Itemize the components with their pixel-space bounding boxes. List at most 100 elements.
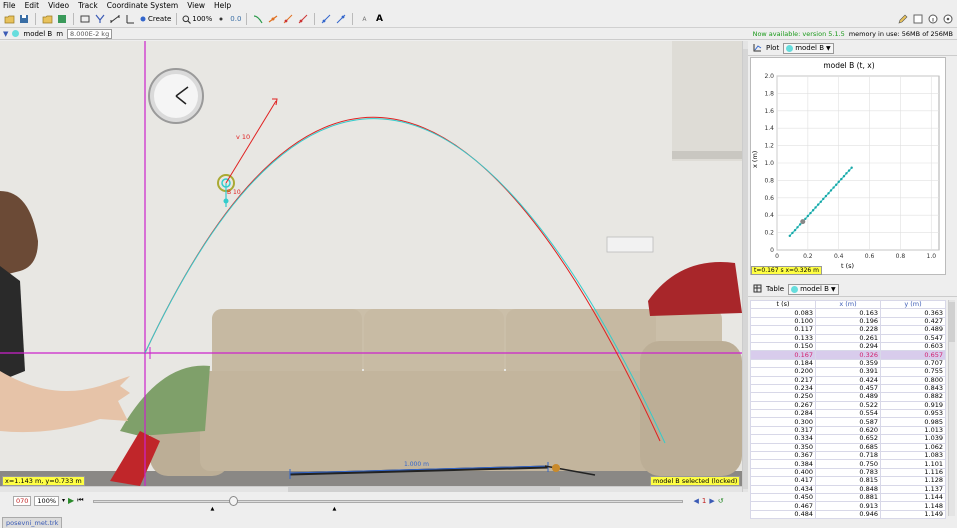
column-header-t[interactable]: t (s) [750,299,816,310]
column-header-x[interactable]: x (m) [815,299,881,310]
cell-x[interactable]: 0.228 [815,325,881,335]
plot-track-select[interactable]: model B ▼ [783,42,834,54]
table-row[interactable]: 0.334 0.652 1.039 [750,434,946,444]
playback-slider-thumb[interactable] [228,495,238,506]
cell-y[interactable]: 0.953 [880,409,946,419]
table-row[interactable]: 0.384 0.750 1.101 [750,459,946,469]
cell-t[interactable]: 0.334 [750,434,816,444]
open-folder-icon[interactable] [3,13,15,25]
cell-t[interactable]: 0.450 [750,492,816,503]
accel-icon[interactable] [320,13,332,25]
plot-tab-label[interactable]: Plot [766,44,779,52]
cell-y[interactable]: 1.148 [880,501,946,511]
plot-canvas[interactable]: 0 0.2 0.4 0.6 0.8 1.0 1.2 1.4 1.6 1.8 2.0 0 0.2 0.4 0.… [751,58,947,276]
table-row[interactable]: 0.284 0.554 0.953 [750,409,946,419]
export-icon[interactable] [56,13,68,25]
playback-slider[interactable]: ▲ ▲ [92,495,683,512]
table-row[interactable]: 0.100 0.196 0.427 [750,316,946,327]
cell-t[interactable]: 0.484 [750,509,816,520]
data-table[interactable]: t (s) x (m) y (m) 0.083 0.163 0.363 0.100 0.… [750,299,946,520]
table-row[interactable]: 0.434 0.848 1.137 [750,484,946,495]
cell-t[interactable]: 0.284 [750,409,816,419]
cell-y[interactable]: 0.755 [880,367,946,377]
cell-x[interactable]: 0.913 [815,501,881,511]
cell-t[interactable]: 0.467 [750,501,816,511]
step-size-field[interactable]: 1 [702,497,706,505]
menu-help[interactable]: Help [214,1,231,10]
table-row[interactable]: 0.484 0.946 1.149 [750,509,946,520]
table-row[interactable]: 0.167 0.326 0.657 [750,350,946,360]
menu-coordinate-system[interactable]: Coordinate System [107,1,178,10]
cell-x[interactable]: 0.489 [815,392,881,402]
table-row[interactable]: 0.150 0.294 0.603 [750,341,946,352]
info-icon[interactable] [927,13,939,25]
loop-icon[interactable]: ↺ [718,497,724,505]
menu-view[interactable]: View [187,1,205,10]
table-vscroll[interactable] [948,300,955,516]
zoom-field[interactable]: 100% [34,495,60,506]
autotracker-icon[interactable] [215,13,227,25]
table-tab-label[interactable]: Table [766,285,784,293]
calibration-icon[interactable] [109,13,121,25]
cell-y[interactable]: 0.489 [880,325,946,335]
video-frame[interactable] [0,41,742,486]
table-row[interactable]: 0.234 0.457 0.843 [750,383,946,394]
cell-y[interactable]: 1.083 [880,451,946,461]
frame-field[interactable]: 070 [13,495,32,506]
zoom-menu-icon[interactable]: ▾ [62,497,65,504]
table-row[interactable]: 0.200 0.391 0.755 [750,367,946,377]
table-row[interactable]: 0.417 0.815 1.128 [750,476,946,486]
table-track-select[interactable]: model B ▼ [788,283,839,295]
cell-t[interactable]: 0.167 [750,350,816,360]
table-row[interactable]: 0.217 0.424 0.800 [750,375,946,385]
position-icon[interactable] [282,13,294,25]
cell-t[interactable]: 0.250 [750,392,816,402]
font-larger-icon[interactable]: A [373,13,385,25]
trail-icon[interactable] [252,13,264,25]
marker-icon[interactable] [267,13,279,25]
mass-field[interactable]: 8.000E-2 kg [67,28,113,39]
table-vscroll-thumb[interactable] [949,302,955,342]
table-row[interactable]: 0.117 0.228 0.489 [750,325,946,335]
play-icon[interactable]: ▶ [68,496,74,505]
save-icon[interactable] [18,13,30,25]
cell-y[interactable]: 0.603 [880,341,946,352]
table-row[interactable]: 0.267 0.522 0.919 [750,400,946,411]
cell-y[interactable]: 1.039 [880,434,946,444]
cell-t[interactable]: 0.200 [750,367,816,377]
ruler-icon[interactable] [124,13,136,25]
cell-x[interactable]: 0.946 [815,509,881,520]
help-icon[interactable] [942,13,954,25]
table-row[interactable]: 0.133 0.261 0.547 [750,333,946,343]
notes-icon[interactable] [912,13,924,25]
cell-y[interactable]: 1.144 [880,492,946,503]
plot-units-button[interactable]: 0.0 [230,15,241,23]
table-row[interactable]: 0.184 0.359 0.707 [750,358,946,369]
table-row[interactable]: 0.467 0.913 1.148 [750,501,946,511]
cell-y[interactable]: 0.882 [880,392,946,402]
clip-settings-icon[interactable] [79,13,91,25]
track-name[interactable]: model B [23,30,52,38]
cell-x[interactable]: 0.718 [815,451,881,461]
velocity-icon[interactable] [297,13,309,25]
table-row[interactable]: 0.083 0.163 0.363 [750,308,946,318]
cell-x[interactable]: 0.815 [815,476,881,486]
table-row[interactable]: 0.350 0.685 1.062 [750,442,946,453]
cell-t[interactable]: 0.417 [750,476,816,486]
table-row[interactable]: 0.250 0.489 0.882 [750,392,946,402]
menu-file[interactable]: File [3,1,16,10]
cell-y[interactable]: 0.657 [880,350,946,360]
menu-video[interactable]: Video [48,1,69,10]
cell-x[interactable]: 0.881 [815,492,881,503]
cell-y[interactable]: 1.149 [880,509,946,520]
mark-all-icon[interactable] [335,13,347,25]
menu-edit[interactable]: Edit [25,1,40,10]
cell-x[interactable]: 0.391 [815,367,881,377]
font-smaller-icon[interactable]: A [358,13,370,25]
column-header-y[interactable]: y (m) [880,299,946,310]
cell-t[interactable]: 0.367 [750,451,816,461]
cell-x[interactable]: 0.554 [815,409,881,419]
step-back-icon[interactable]: ◀ [694,497,699,505]
reset-icon[interactable]: ⏮ [77,496,83,505]
cell-t[interactable]: 0.117 [750,325,816,335]
